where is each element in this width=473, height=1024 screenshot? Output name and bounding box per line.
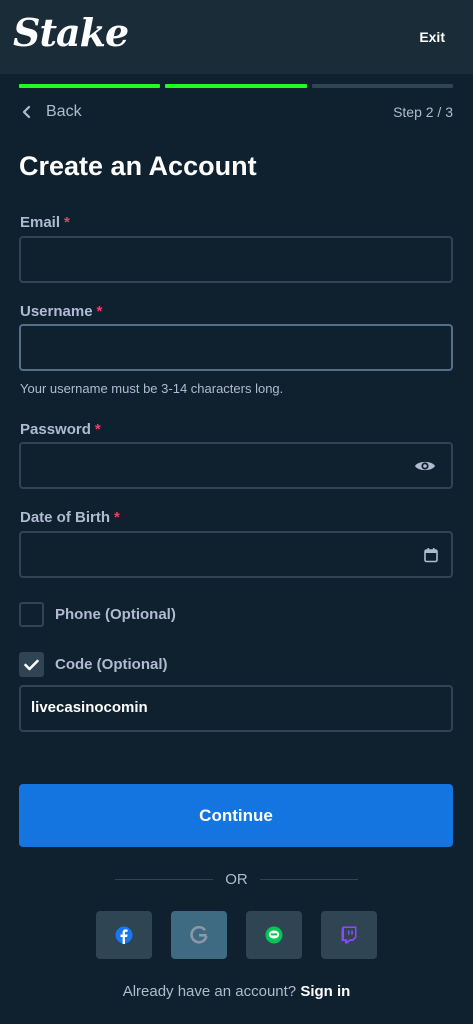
phone-checkbox[interactable] [19,602,44,627]
line-login-button[interactable] [246,911,302,959]
progress-segment-2 [165,84,307,88]
username-hint: Your username must be 3-14 characters lo… [20,381,284,396]
username-label-text: Username [20,303,93,320]
stake-logo[interactable]: Stake [13,10,129,55]
password-label: Password * [20,421,101,438]
google-icon [190,926,208,944]
progress-segment-3 [311,84,453,88]
phone-checkbox-label: Phone (Optional) [55,606,176,623]
checkmark-icon [24,659,39,670]
top-bar: Stake Exit [0,0,473,74]
eye-icon [415,461,435,470]
dob-label: Date of Birth * [20,509,120,526]
chevron-left-icon [22,105,31,119]
step-indicator: Step 2 / 3 [393,104,453,120]
or-text: OR [225,870,248,888]
back-label: Back [46,103,82,120]
code-field[interactable]: livecasinocomin [19,685,453,732]
progress-segment-1 [19,84,161,88]
exit-button[interactable]: Exit [419,29,445,45]
required-marker: * [64,214,70,231]
email-field[interactable] [19,236,453,283]
calendar-icon [424,547,438,562]
date-picker-button[interactable] [424,547,438,562]
password-field[interactable] [19,442,453,489]
dob-label-text: Date of Birth [20,509,110,526]
email-label: Email * [20,214,70,231]
username-field[interactable] [19,324,453,371]
google-login-button[interactable] [171,911,227,959]
back-button[interactable]: Back [20,102,82,122]
email-label-text: Email [20,214,61,231]
facebook-icon [115,926,133,944]
signin-prompt-text: Already have an account? [122,983,297,1000]
code-optional-row[interactable]: Code (Optional) [19,652,168,677]
page-title: Create an Account [19,151,257,181]
code-checkbox[interactable] [19,652,44,677]
twitch-icon [341,926,357,944]
signin-link[interactable]: Sign in [300,983,350,1000]
line-icon [265,926,283,944]
password-label-text: Password [20,421,91,438]
divider-line [115,878,214,880]
code-checkbox-label: Code (Optional) [55,656,168,673]
facebook-login-button[interactable] [96,911,152,959]
username-label: Username * [20,303,102,320]
or-divider: OR [115,870,358,888]
required-marker: * [94,421,101,438]
step-progress-bar [19,84,453,88]
continue-button[interactable]: Continue [19,784,453,847]
twitch-login-button[interactable] [321,911,377,959]
show-password-toggle[interactable] [414,459,436,473]
code-value: livecasinocomin [31,699,148,716]
required-marker: * [114,509,120,526]
required-marker: * [96,303,103,320]
social-login-row [96,911,377,959]
phone-optional-row[interactable]: Phone (Optional) [19,602,176,627]
date-of-birth-field[interactable] [19,531,453,578]
signin-prompt: Already have an account? Sign in [0,983,473,1000]
divider-line [259,878,358,880]
